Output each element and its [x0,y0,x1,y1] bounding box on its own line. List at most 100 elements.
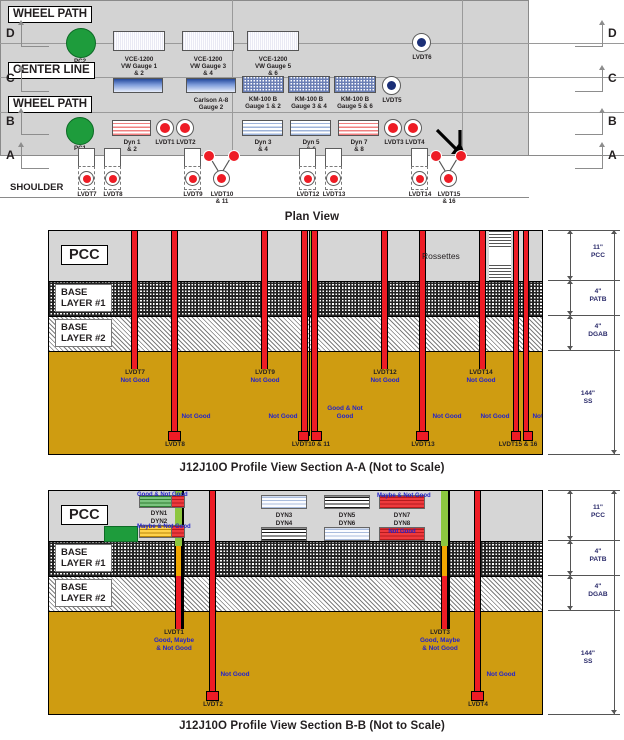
core-lvdt9-top [184,148,201,168]
rod-tip-lvdt16 [523,431,533,441]
gauge-vce-3[interactable] [247,31,299,51]
lvdt13-dot [329,174,338,183]
section-arrow-d-left [18,20,24,25]
rod-black-bb-right [448,491,450,629]
dyn6-gauge-block[interactable] [324,527,370,541]
section-mark-a-right: A [608,148,617,162]
dyn3-gauge-block[interactable] [261,495,307,509]
rod-tip-lvdt8 [168,431,181,441]
dim-arrow-up-dgab-bb [567,575,573,579]
section-mark-d-right: D [608,26,617,40]
layer-patb-bb [49,541,542,576]
gauge-carlson-1[interactable] [113,78,163,93]
dim-arrow-up-patb-bb [567,540,573,544]
lvdt3-dot [388,123,398,133]
section-bb-caption: J12J10O Profile View Section B-B (Not to… [179,720,445,732]
gauge-km-3[interactable] [334,76,376,93]
section-bb-panel: PCC Good & Not Good DYN1 DYN2 Maybe & No… [48,490,543,715]
dim-pcc-aa-name: PCC [591,252,605,259]
sensor-pc1[interactable] [66,117,94,145]
rod-lvdt8 [171,231,178,436]
layer-divider-aa-1 [49,281,542,282]
aa-lvdt9-label: LVDT9 [255,369,275,376]
layer-divider-aa-2 [49,316,542,317]
rod-tip-lvdt11 [311,431,322,441]
base-layer-2-line1-aa: BASE [61,322,88,333]
dim-tick-aa-4 [548,454,620,455]
dim-line-patb-aa [570,280,571,315]
lvdt11-top-dot[interactable] [228,150,240,162]
dim-arrow-dn-dgab-bb [567,606,573,610]
base-layer-1-label-aa: BASE LAYER #1 [55,284,112,312]
rod-lvdt1 [175,576,182,629]
dim-line-ss-aa [614,230,615,454]
aa-lvdt13-label: LVDT13 [411,441,435,448]
dim-patb-aa-name: PATB [589,296,607,303]
dim-ss-aa-name: SS [583,398,593,405]
section-arrow-d-right [599,20,605,25]
gauge-km-2[interactable] [288,76,330,93]
aa-lvdt14-status: Not Good [466,377,496,384]
sensor-pc2[interactable] [66,28,96,58]
gauge-vce-1[interactable] [113,31,165,51]
gauge-carlson-name: Gauge 2 [198,104,224,111]
aa-lvdt15-status-right: Not Good [532,413,543,420]
dyn7-label: DYN7 [393,512,411,519]
layer-patb-aa [49,281,542,316]
rod-orange-bb-left [175,546,182,576]
lvdt4-label: LVDT4 [405,139,425,146]
aa-lvdt7-status: Not Good [120,377,150,384]
dim-tick-bb-3 [548,610,620,611]
lvdt15-top-dot[interactable] [430,150,442,162]
aa-lvdt12-label: LVDT12 [373,369,397,376]
rossette-gap [489,247,511,264]
dim-arrow-dn-ss-bb [611,710,617,714]
section-leader-c-right [575,69,603,92]
dyn8-status: Not Good [388,529,416,535]
gauge-dyn-3[interactable] [242,120,283,136]
lvdt9-dot [188,174,197,183]
gauge-dyn-7[interactable] [338,120,379,136]
lvdt10-dot [217,174,226,183]
bb-lvdt2-label: LVDT2 [203,701,223,708]
lvdt14-dot [415,174,424,183]
rod-lvdt3 [441,576,448,629]
base-layer-1-line1-bb: BASE [61,547,88,558]
dim-arrow-up-ss-aa [611,230,617,234]
dimension-column-bb: 11" PCC 4" PATB 4" DGAB 144" SS [548,490,624,715]
base-layer-2-label-aa: BASE LAYER #2 [55,319,112,347]
dim-tick-bb-2 [548,575,620,576]
rossettes-label: Rossettes [422,251,460,261]
rod-lvdt15 [513,231,519,436]
rod-lvdt2 [209,491,216,696]
aa-lvdt14-label: LVDT14 [469,369,493,376]
section-leader-a-right [575,146,603,169]
aa-lvdt13-status: Not Good [432,413,462,420]
section-leader-a-left [21,146,49,169]
gauge-dyn-1[interactable] [112,120,151,136]
dim-arrow-up-dgab-aa [567,315,573,319]
rod-lvdt13 [419,231,426,436]
aa-lvdt15-status-left: Not Good [480,413,510,420]
dim-line-pcc-aa [570,230,571,280]
lvdt16-top-dot[interactable] [455,150,467,162]
section-arrow-c-right [599,65,605,70]
dim-tick-bb-1 [548,540,620,541]
gauge-vce-2[interactable] [182,31,234,51]
lvdt10-top-dot[interactable] [203,150,215,162]
rod-lvdt14 [479,231,486,369]
gauge-dyn-5[interactable] [290,120,331,136]
dim-tick-aa-3 [548,350,620,351]
rod-lvdt9 [261,231,268,369]
bb-lvdt2-status: Not Good [220,671,250,678]
gauge-dyn-3-range: & 4 [258,146,268,153]
plan-view-panel: WHEEL PATH CENTER LINE WHEEL PATH SHOULD… [0,0,624,205]
dyn5-gauge-block[interactable] [324,495,370,509]
aa-lvdt7-label: LVDT7 [125,369,145,376]
gauge-km-1[interactable] [242,76,284,93]
dyn3-label: DYN3 [275,512,293,519]
gauge-carlson-2[interactable] [186,78,236,93]
section-arrow-b-left [18,108,24,113]
dyn4-gauge-block[interactable] [261,527,307,541]
rossette-block-top [489,231,511,247]
